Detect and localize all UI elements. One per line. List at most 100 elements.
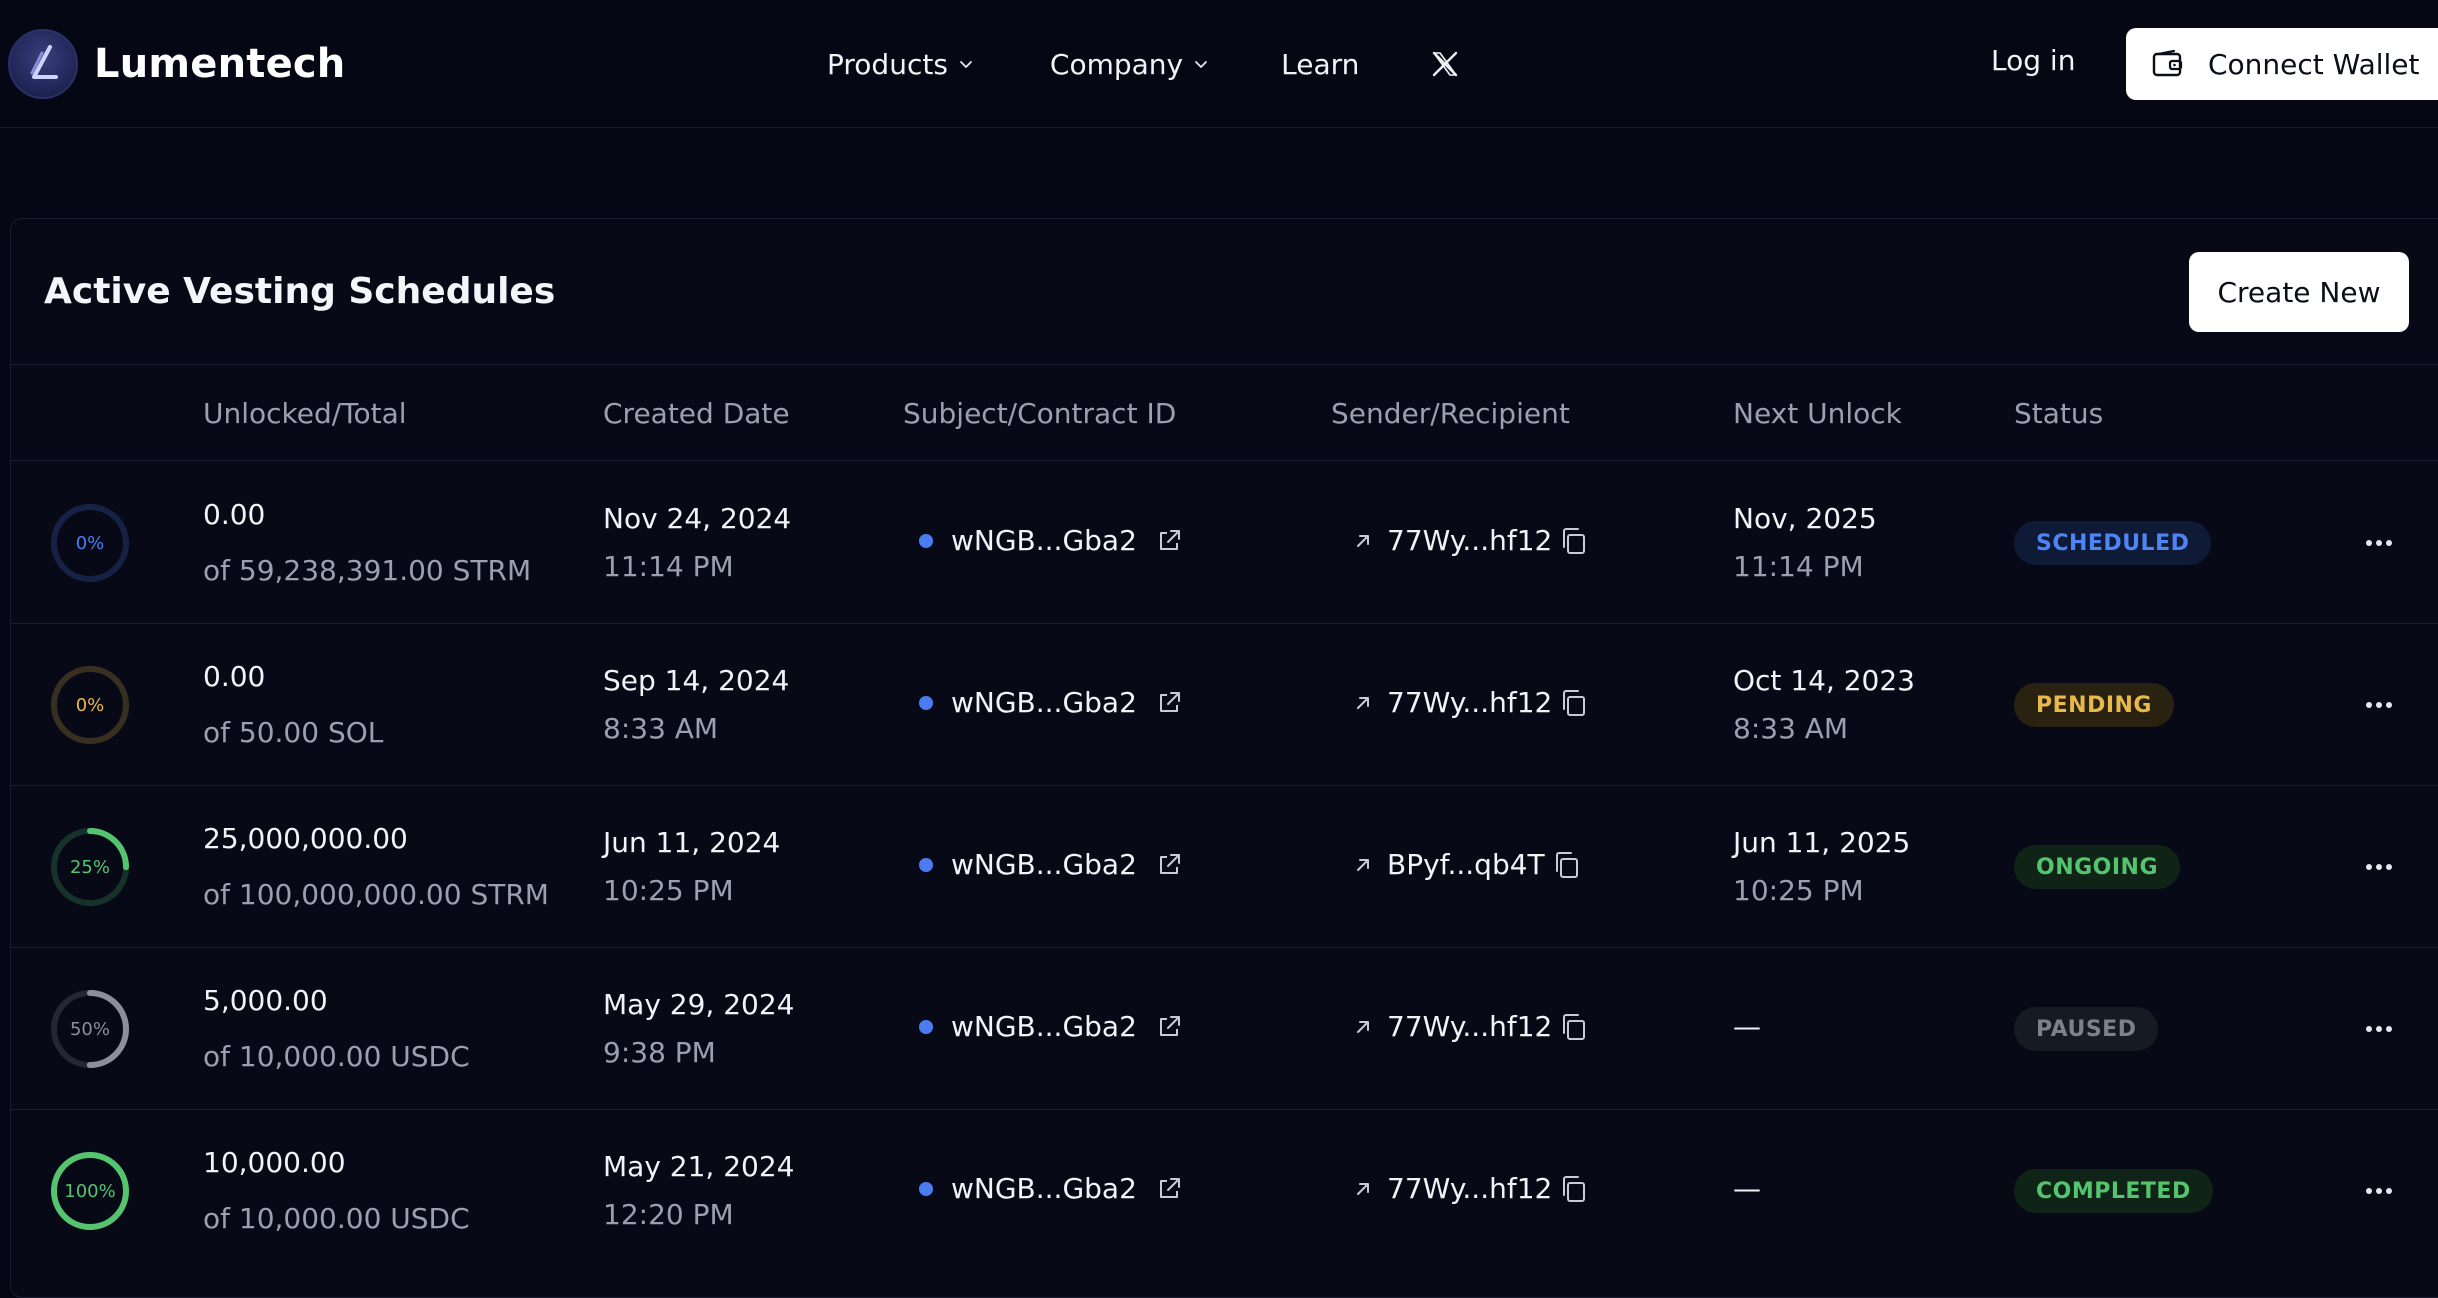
card-title: Active Vesting Schedules	[44, 271, 556, 312]
status-badge: SCHEDULED	[2014, 521, 2212, 565]
next-unlock-date: Nov, 2025	[1733, 502, 1877, 535]
nav-learn-label: Learn	[1281, 47, 1360, 81]
arrow-up-right-icon	[1353, 693, 1373, 713]
header-sender-recipient[interactable]: Sender/Recipient	[1331, 397, 1570, 430]
progress-percent: 50%	[69, 1018, 110, 1040]
external-link-icon[interactable]	[1155, 689, 1183, 717]
login-link[interactable]: Log in	[1991, 44, 2075, 77]
header-status[interactable]: Status	[2014, 397, 2103, 430]
nav-products-label: Products	[827, 47, 948, 81]
more-options-icon[interactable]	[2359, 528, 2399, 558]
connect-wallet-label: Connect Wallet	[2208, 47, 2420, 81]
status-dot	[919, 1181, 933, 1196]
recipient-address: 77Wy...hf12	[1387, 1172, 1553, 1205]
created-time: 8:33 AM	[603, 712, 719, 745]
copy-icon[interactable]	[1558, 687, 1590, 719]
more-options-icon[interactable]	[2359, 690, 2399, 720]
status-badge: PENDING	[2014, 683, 2174, 727]
status-badge: ONGOING	[2014, 845, 2181, 889]
external-link-icon[interactable]	[1155, 851, 1183, 879]
table-row[interactable]: 50% 5,000.00 of 10,000.00 USDC May 29, 2…	[11, 948, 2438, 1110]
unlocked-amount: 5,000.00	[203, 984, 328, 1017]
next-unlock-time: 8:33 AM	[1733, 712, 1849, 745]
nav-learn-link[interactable]: Learn	[1281, 48, 1359, 81]
contract-id: wNGB...Gba2	[919, 1010, 1183, 1043]
contract-id-text: wNGB...Gba2	[951, 686, 1137, 719]
recipient: 77Wy...hf12	[1353, 524, 1590, 557]
connect-wallet-button[interactable]: Connect Wallet	[2126, 28, 2438, 100]
recipient-address: 77Wy...hf12	[1387, 1010, 1553, 1043]
external-link-icon[interactable]	[1155, 1013, 1183, 1041]
nav-products-menu[interactable]: Products	[827, 48, 974, 81]
table-row[interactable]: 25% 25,000,000.00 of 100,000,000.00 STRM…	[11, 786, 2438, 948]
create-new-button[interactable]: Create New	[2189, 252, 2409, 332]
status-badge: PAUSED	[2014, 1007, 2159, 1051]
created-date: Sep 14, 2024	[603, 664, 790, 697]
progress-percent: 0%	[75, 532, 105, 554]
created-time: 9:38 PM	[603, 1036, 716, 1069]
brand[interactable]: Lumentech	[8, 29, 346, 99]
brand-logo-icon	[8, 29, 78, 99]
recipient: BPyf...qb4T	[1353, 848, 1583, 881]
nav-company-label: Company	[1049, 47, 1184, 81]
external-link-icon[interactable]	[1155, 527, 1183, 555]
header-contract-id[interactable]: Subject/Contract ID	[903, 397, 1176, 430]
header-created-date[interactable]: Created Date	[603, 397, 790, 430]
contract-id: wNGB...Gba2	[919, 1172, 1183, 1205]
more-options-icon[interactable]	[2359, 1014, 2399, 1044]
arrow-up-right-icon	[1353, 531, 1373, 551]
contract-id: wNGB...Gba2	[919, 524, 1183, 557]
next-unlock-date: Oct 14, 2023	[1733, 664, 1915, 697]
created-date: Nov 24, 2024	[603, 502, 792, 535]
status-dot	[919, 695, 933, 710]
more-options-icon[interactable]	[2359, 1176, 2399, 1206]
nav-company-menu[interactable]: Company	[1050, 48, 1209, 81]
recipient-address: BPyf...qb4T	[1387, 848, 1545, 881]
total-amount: of 100,000,000.00 STRM	[203, 878, 549, 911]
table-row[interactable]: 100% 10,000.00 of 10,000.00 USDC May 21,…	[11, 1110, 2438, 1272]
unlocked-amount: 0.00	[203, 498, 266, 531]
unlocked-amount: 25,000,000.00	[203, 822, 408, 855]
next-unlock-date: Jun 11, 2025	[1733, 826, 1911, 859]
x-logo-icon[interactable]	[1431, 50, 1459, 78]
more-options-icon[interactable]	[2359, 852, 2399, 882]
status-badge: COMPLETED	[2014, 1169, 2213, 1213]
next-unlock-empty: —	[1733, 1172, 1761, 1205]
header-next-unlock[interactable]: Next Unlock	[1733, 397, 1902, 430]
progress-percent: 25%	[69, 856, 110, 878]
vesting-card: Active Vesting Schedules Create New Unlo…	[10, 218, 2438, 1298]
total-amount: of 10,000.00 USDC	[203, 1202, 470, 1235]
status-dot	[919, 857, 933, 872]
contract-id-text: wNGB...Gba2	[951, 1010, 1137, 1043]
created-date: May 29, 2024	[603, 988, 795, 1021]
total-amount: of 50.00 SOL	[203, 716, 384, 749]
recipient: 77Wy...hf12	[1353, 1010, 1590, 1043]
contract-id: wNGB...Gba2	[919, 686, 1183, 719]
chevron-down-icon	[958, 56, 974, 72]
recipient: 77Wy...hf12	[1353, 686, 1590, 719]
unlocked-amount: 10,000.00	[203, 1146, 346, 1179]
total-amount: of 10,000.00 USDC	[203, 1040, 470, 1073]
wallet-icon	[2152, 49, 2184, 79]
arrow-up-right-icon	[1353, 1179, 1373, 1199]
next-unlock-empty: —	[1733, 1010, 1761, 1043]
nav-links: Products Company Learn	[827, 40, 1459, 88]
unlocked-amount: 0.00	[203, 660, 266, 693]
copy-icon[interactable]	[1558, 1173, 1590, 1205]
created-date: May 21, 2024	[603, 1150, 795, 1183]
header-unlocked-total[interactable]: Unlocked/Total	[203, 397, 407, 430]
copy-icon[interactable]	[1551, 849, 1583, 881]
copy-icon[interactable]	[1558, 1011, 1590, 1043]
created-time: 12:20 PM	[603, 1198, 734, 1231]
table-header: Unlocked/Total Created Date Subject/Cont…	[11, 365, 2438, 461]
recipient: 77Wy...hf12	[1353, 1172, 1590, 1205]
status-dot	[919, 1019, 933, 1034]
table-row[interactable]: 0% 0.00 of 50.00 SOL Sep 14, 2024 8:33 A…	[11, 624, 2438, 786]
external-link-icon[interactable]	[1155, 1175, 1183, 1203]
progress-percent: 0%	[75, 694, 105, 716]
copy-icon[interactable]	[1558, 525, 1590, 557]
created-time: 10:25 PM	[603, 874, 734, 907]
arrow-up-right-icon	[1353, 855, 1373, 875]
table-row[interactable]: 0% 0.00 of 59,238,391.00 STRM Nov 24, 20…	[11, 462, 2438, 624]
next-unlock-time: 10:25 PM	[1733, 874, 1864, 907]
